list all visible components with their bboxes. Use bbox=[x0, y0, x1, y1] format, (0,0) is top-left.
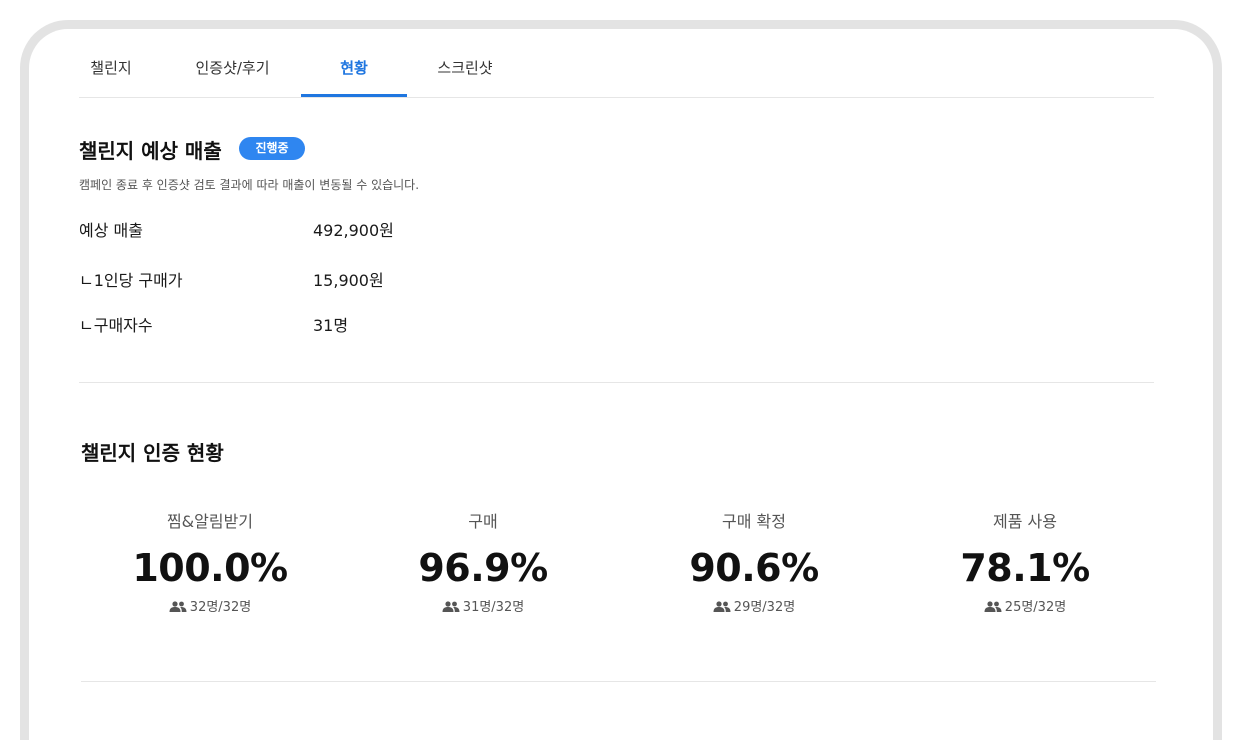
people-icon bbox=[169, 601, 187, 612]
people-icon bbox=[442, 601, 460, 612]
stat-count-text: 25명/32명 bbox=[1004, 600, 1067, 615]
tab-status[interactable]: 현황 bbox=[301, 49, 407, 97]
people-icon bbox=[984, 601, 1002, 612]
stat-count: 29명/32명 bbox=[634, 596, 874, 615]
stat-count-text: 29명/32명 bbox=[733, 600, 796, 615]
certification-title: 챌린지 인증 현황 bbox=[81, 441, 224, 465]
stat-percent: 96.9% bbox=[418, 546, 548, 590]
stat-label: 구매 bbox=[468, 512, 498, 531]
stat-percent: 100.0% bbox=[132, 546, 288, 590]
stat-count: 25명/32명 bbox=[905, 596, 1145, 615]
stat-label: 찜&알림받기 bbox=[166, 512, 254, 531]
tab-screenshot[interactable]: 스크린샷 bbox=[423, 49, 507, 95]
unit-price-value: 15,900원 bbox=[313, 271, 384, 290]
stat-label: 제품 사용 bbox=[993, 512, 1057, 531]
expected-sales-value: 492,900원 bbox=[313, 221, 394, 240]
stat-label: 구매 확정 bbox=[722, 512, 786, 531]
stat-count: 31명/32명 bbox=[363, 596, 603, 615]
stat-count-text: 32명/32명 bbox=[189, 600, 252, 615]
sales-title: 챌린지 예상 매출 bbox=[79, 139, 222, 163]
people-icon bbox=[713, 601, 731, 612]
sales-note: 캠페인 종료 후 인증샷 검토 결과에 따라 매출이 변동될 수 있습니다. bbox=[79, 178, 420, 192]
stat-percent: 78.1% bbox=[960, 546, 1090, 590]
buyer-count-value: 31명 bbox=[313, 316, 349, 335]
section-divider-bottom bbox=[81, 681, 1156, 682]
section-divider bbox=[79, 382, 1154, 383]
tab-challenge[interactable]: 챌린지 bbox=[79, 49, 143, 95]
stat-count-text: 31명/32명 bbox=[462, 600, 525, 615]
stat-count: 32명/32명 bbox=[90, 596, 330, 615]
buyer-count-label: ㄴ구매자수 bbox=[79, 316, 153, 335]
status-badge: 진행중 bbox=[239, 137, 305, 160]
tab-proof-reviews[interactable]: 인증샷/후기 bbox=[180, 49, 285, 95]
stat-percent: 90.6% bbox=[689, 546, 819, 590]
unit-price-label: ㄴ1인당 구매가 bbox=[79, 271, 183, 290]
content-frame bbox=[20, 20, 1222, 740]
expected-sales-label: 예상 매출 bbox=[79, 221, 143, 240]
tab-bar: 챌린지 인증샷/후기 현황 스크린샷 bbox=[79, 49, 1154, 98]
